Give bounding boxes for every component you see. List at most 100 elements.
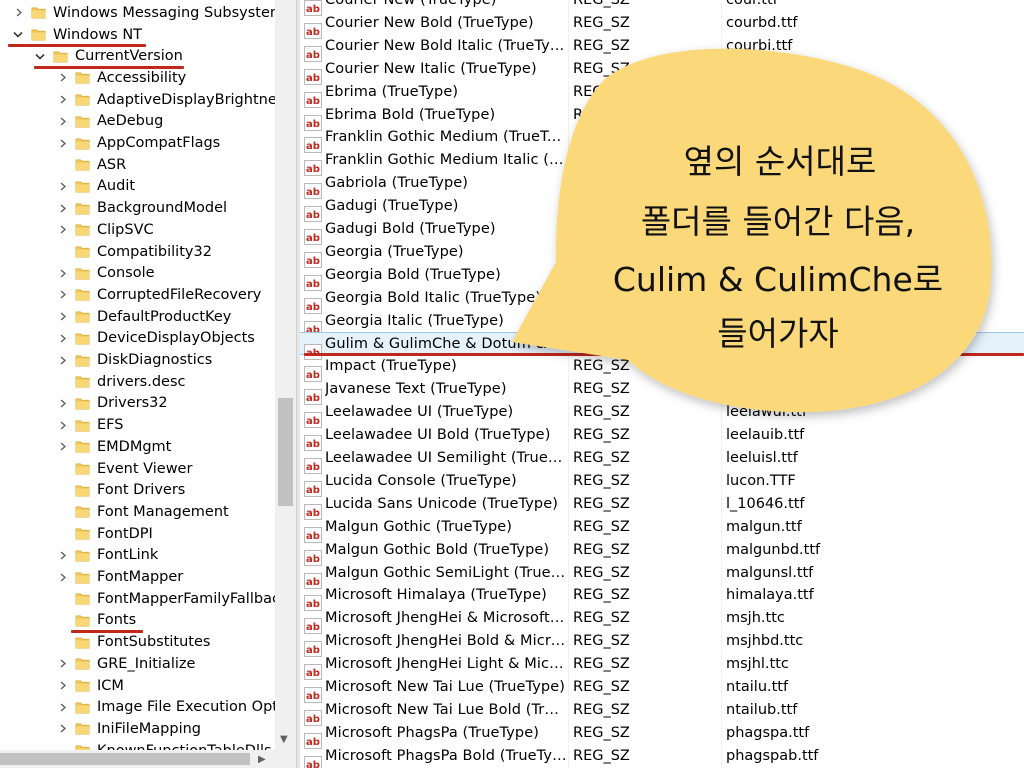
value-row[interactable]: ab Courier New Bold (TrueType) REG_SZ courb… xyxy=(300,11,1024,39)
registry-tree[interactable]: Windows Messaging Subsystem Windows NT Cur… xyxy=(0,0,296,768)
value-row[interactable]: ab Ebrima (TrueType) REG_SZ xyxy=(300,80,1024,108)
tree-item[interactable]: Audit xyxy=(56,176,137,198)
chevron-right-icon[interactable] xyxy=(56,441,68,453)
value-row[interactable]: ab Leelawadee UI Bold (TrueType) REG_SZ lee… xyxy=(300,424,1024,452)
value-row[interactable]: ab Courier New Bold Italic (TrueType) REG_… xyxy=(300,34,1024,62)
chevron-down-icon[interactable] xyxy=(12,29,24,41)
tree-item[interactable]: AeDebug xyxy=(56,111,165,133)
tree-item[interactable]: DeviceDisplayObjects xyxy=(56,328,257,350)
tree-item[interactable]: Font Drivers xyxy=(56,479,187,501)
value-name: Courier New Bold (TrueType) xyxy=(325,14,534,31)
tree-item[interactable]: ClipSVC xyxy=(56,219,156,241)
tree-item[interactable]: EFS xyxy=(56,414,125,436)
value-name: Courier New (TrueType) xyxy=(325,0,497,8)
tree-vertical-scroll-thumb[interactable] xyxy=(278,398,293,506)
value-row[interactable]: ab Malgun Gothic Bold (TrueType) REG_SZ mal… xyxy=(300,538,1024,566)
value-type: REG_SZ xyxy=(573,427,630,444)
value-row[interactable]: ab Microsoft Himalaya (TrueType) REG_SZ him… xyxy=(300,584,1024,612)
scroll-down-arrow-icon[interactable]: ▼ xyxy=(280,735,288,745)
chevron-right-icon[interactable] xyxy=(12,7,24,19)
value-row[interactable]: ab Microsoft New Tai Lue Bold (True... REG… xyxy=(300,698,1024,726)
chevron-right-icon[interactable] xyxy=(56,680,68,692)
tree-item[interactable]: Windows Messaging Subsystem xyxy=(12,2,286,24)
value-name: Gadugi Bold (TrueType) xyxy=(325,221,496,237)
value-row[interactable]: ab Malgun Gothic (TrueType) REG_SZ malgun.t… xyxy=(300,515,1024,543)
folder-icon xyxy=(75,483,95,498)
tree-item[interactable]: DefaultProductKey xyxy=(56,306,233,328)
value-row[interactable]: ab Malgun Gothic SemiLight (TrueTy... REG_… xyxy=(300,561,1024,589)
folder-icon xyxy=(75,591,95,606)
chevron-right-icon[interactable] xyxy=(56,180,68,192)
chevron-right-icon[interactable] xyxy=(56,311,68,323)
tree-item[interactable]: EMDMgmt xyxy=(56,436,173,458)
value-row[interactable]: ab Lucida Sans Unicode (TrueType) REG_SZ l_… xyxy=(300,492,1024,520)
tree-item[interactable]: ASR xyxy=(56,154,128,176)
chevron-right-icon[interactable] xyxy=(56,549,68,561)
tree-item[interactable]: BackgroundModel xyxy=(56,197,229,219)
value-row[interactable]: ab Javanese Text (TrueType) REG_SZ xyxy=(300,378,1024,406)
tree-item[interactable]: drivers.desc xyxy=(56,371,187,393)
value-row[interactable]: ab Courier New (TrueType) REG_SZ cour.ttf xyxy=(300,0,1024,16)
tree-item[interactable]: IniFileMapping xyxy=(56,718,203,740)
chevron-right-icon[interactable] xyxy=(56,723,68,735)
tree-item[interactable]: AppCompatFlags xyxy=(56,132,222,154)
tree-item[interactable]: FontLink xyxy=(56,545,160,567)
chevron-right-icon[interactable] xyxy=(56,115,68,127)
chevron-right-icon[interactable] xyxy=(56,202,68,214)
tree-item[interactable]: Font Management xyxy=(56,501,231,523)
value-row[interactable]: ab Microsoft PhagsPa (TrueType) REG_SZ phag… xyxy=(300,721,1024,749)
tree-item[interactable]: Windows NT xyxy=(12,24,144,46)
chevron-right-icon[interactable] xyxy=(56,267,68,279)
chevron-right-icon[interactable] xyxy=(56,137,68,149)
tree-item[interactable]: Image File Execution Options xyxy=(56,696,296,718)
tree-item[interactable]: GRE_Initialize xyxy=(56,653,197,675)
value-row[interactable]: ab Microsoft JhengHei & Microsoft J... REG… xyxy=(300,607,1024,635)
chevron-right-icon[interactable] xyxy=(56,94,68,106)
value-row[interactable]: ab Courier New Italic (TrueType) REG_SZ cou… xyxy=(300,57,1024,85)
tree-item[interactable]: FontDPI xyxy=(56,523,155,545)
tree-item-label: AppCompatFlags xyxy=(97,135,221,152)
scroll-right-arrow-icon[interactable]: ▶ xyxy=(258,755,266,765)
tree-horizontal-scroll-thumb[interactable] xyxy=(0,753,250,765)
tree-item[interactable]: CorruptedFileRecovery xyxy=(56,284,263,306)
chevron-right-icon[interactable] xyxy=(56,658,68,670)
chevron-right-icon[interactable] xyxy=(56,224,68,236)
tree-item[interactable]: DiskDiagnostics xyxy=(56,349,214,371)
tree-item[interactable]: ICM xyxy=(56,675,126,697)
chevron-right-icon[interactable] xyxy=(56,701,68,713)
tree-item[interactable]: Console xyxy=(56,262,157,284)
registry-values-list[interactable]: ab Courier New (TrueType) REG_SZ cour.ttf ab… xyxy=(300,0,1024,768)
tree-item[interactable]: Fonts xyxy=(56,610,138,632)
tree-item[interactable]: Drivers32 xyxy=(56,393,170,415)
tree-vertical-scrollbar[interactable] xyxy=(275,0,296,750)
chevron-right-icon[interactable] xyxy=(56,397,68,409)
chevron-right-icon[interactable] xyxy=(56,72,68,84)
folder-icon xyxy=(75,548,95,563)
chevron-down-icon[interactable] xyxy=(34,50,46,62)
tree-item-label: EFS xyxy=(97,417,124,434)
chevron-right-icon[interactable] xyxy=(56,419,68,431)
tree-item[interactable]: FontSubstitutes xyxy=(56,631,212,653)
expander-placeholder xyxy=(56,463,68,475)
value-row[interactable]: ab Lucida Console (TrueType) REG_SZ lucon.T… xyxy=(300,469,1024,497)
chevron-right-icon[interactable] xyxy=(56,332,68,344)
value-row[interactable]: ab Ebrima Bold (TrueType) REG_SZ xyxy=(300,103,1024,131)
value-row[interactable]: ab Leelawadee UI Semilight (TrueTy... REG_… xyxy=(300,447,1024,474)
chevron-right-icon[interactable] xyxy=(56,571,68,583)
chevron-right-icon[interactable] xyxy=(56,289,68,301)
tree-item[interactable]: Compatibility32 xyxy=(56,241,214,263)
tree-item[interactable]: FontMapper xyxy=(56,566,185,588)
value-row[interactable]: ab Microsoft PhagsPa Bold (TrueType) REG_S… xyxy=(300,744,1024,768)
tree-item[interactable]: FontMapperFamilyFallback xyxy=(56,588,290,610)
tree-item[interactable]: Accessibility xyxy=(56,67,188,89)
tree-item[interactable]: Event Viewer xyxy=(56,458,194,480)
value-row[interactable]: ab Impact (TrueType) REG_SZ xyxy=(300,355,1024,383)
tree-item-label: Windows NT xyxy=(53,26,143,43)
tree-item[interactable]: CurrentVersion xyxy=(34,45,185,67)
value-row[interactable]: ab Microsoft JhengHei Light & Micr... REG_… xyxy=(300,653,1024,681)
value-row[interactable]: ab Microsoft JhengHei Bold & Micro... REG_… xyxy=(300,630,1024,658)
tree-item[interactable]: AdaptiveDisplayBrightness xyxy=(56,89,294,111)
chevron-right-icon[interactable] xyxy=(56,354,68,366)
value-row[interactable]: ab Leelawadee UI (TrueType) REG_SZ leelawui… xyxy=(300,401,1024,429)
value-row[interactable]: ab Microsoft New Tai Lue (TrueType) REG_SZ… xyxy=(300,676,1024,703)
